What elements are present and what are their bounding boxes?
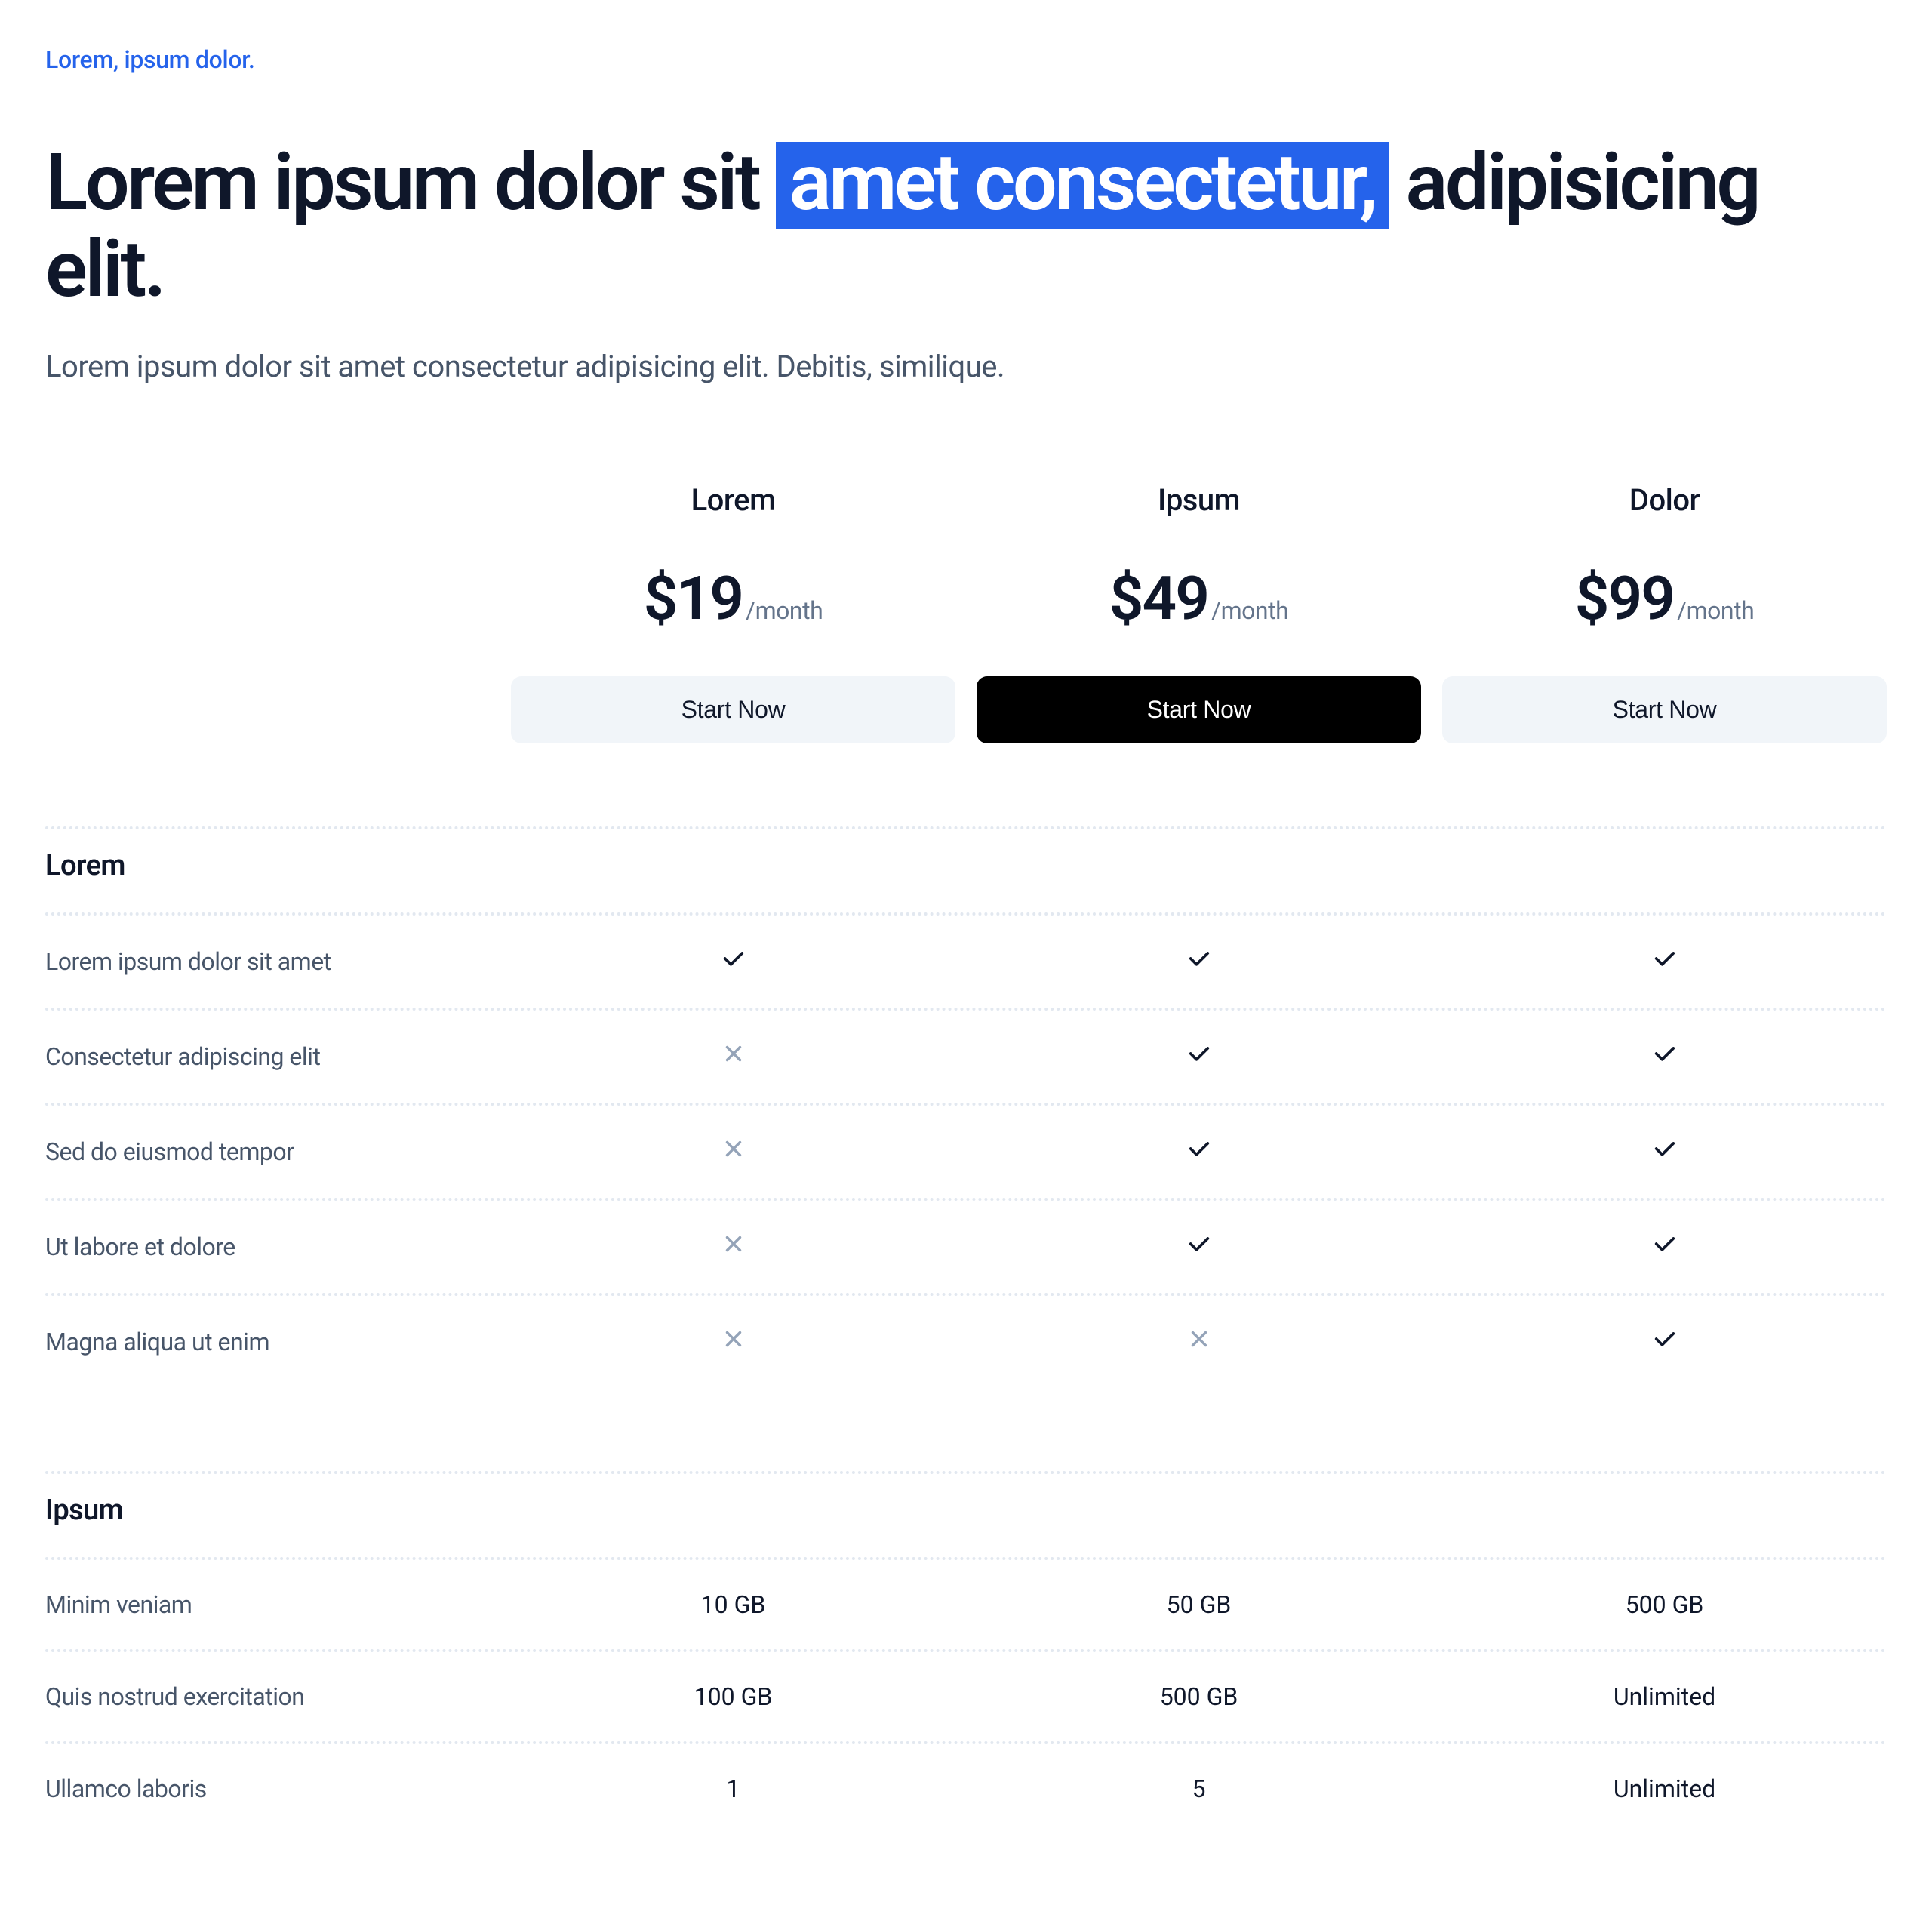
- plan-price-period: /month: [746, 596, 823, 625]
- feature-label: Quis nostrud exercitation: [45, 1682, 490, 1711]
- check-icon: [1652, 1044, 1678, 1073]
- feature-row: Ut labore et dolore: [45, 1198, 1887, 1293]
- feature-value: 50 GB: [1167, 1590, 1232, 1619]
- plan-column-lorem: Lorem $19 /month Start Now: [511, 482, 955, 743]
- check-icon: [1186, 949, 1212, 977]
- plan-column-ipsum: Ipsum $49 /month Start Now: [977, 482, 1421, 743]
- feature-value: 500 GB: [1626, 1590, 1704, 1619]
- feature-value: 1: [727, 1774, 740, 1803]
- feature-row: Lorem ipsum dolor sit amet: [45, 912, 1887, 1008]
- pricing-header: Lorem $19 /month Start Now Ipsum $49 /mo…: [45, 482, 1887, 743]
- x-icon: [721, 1044, 746, 1073]
- feature-cell: [511, 946, 955, 977]
- feature-cell: 500 GB: [977, 1682, 1421, 1711]
- plan-cta-lorem[interactable]: Start Now: [511, 676, 955, 743]
- feature-value: Unlimited: [1614, 1774, 1715, 1803]
- feature-cell: 1: [511, 1774, 955, 1803]
- x-icon: [1186, 1329, 1212, 1358]
- feature-cell: [977, 946, 1421, 977]
- feature-cell: 50 GB: [977, 1590, 1421, 1619]
- hero-title-highlight: amet consectetur,: [776, 142, 1389, 229]
- eyebrow-text: Lorem, ipsum dolor.: [45, 45, 1887, 74]
- hero-subtitle: Lorem ipsum dolor sit amet consectetur a…: [45, 349, 1887, 384]
- x-icon: [721, 1329, 746, 1358]
- plan-price-period: /month: [1211, 596, 1288, 625]
- check-icon: [721, 949, 746, 977]
- hero-title-pre: Lorem ipsum dolor sit: [45, 137, 776, 229]
- feature-cell: [1442, 1326, 1887, 1358]
- feature-cell: [977, 1041, 1421, 1073]
- feature-row: Consectetur adipiscing elit: [45, 1008, 1887, 1103]
- plan-name: Ipsum: [977, 482, 1421, 518]
- x-icon: [721, 1139, 746, 1168]
- feature-cell: 100 GB: [511, 1682, 955, 1711]
- section-title: Ipsum: [45, 1471, 1887, 1557]
- feature-row: Minim veniam 10 GB 50 GB 500 GB: [45, 1557, 1887, 1649]
- plan-price-amount: $99: [1575, 563, 1674, 634]
- feature-cell: [511, 1041, 955, 1073]
- check-icon: [1186, 1234, 1212, 1263]
- plan-name: Lorem: [511, 482, 955, 518]
- check-icon: [1652, 949, 1678, 977]
- plan-cta-dolor[interactable]: Start Now: [1442, 676, 1887, 743]
- feature-cell: [1442, 1231, 1887, 1263]
- check-icon: [1652, 1329, 1678, 1358]
- feature-value: 5: [1192, 1774, 1206, 1803]
- check-icon: [1652, 1234, 1678, 1263]
- plan-price-period: /month: [1677, 596, 1754, 625]
- plan-name: Dolor: [1442, 482, 1887, 518]
- feature-row: Quis nostrud exercitation 100 GB 500 GB Unl…: [45, 1649, 1887, 1741]
- feature-cell: [511, 1136, 955, 1168]
- plan-price: $99 /month: [1575, 563, 1754, 634]
- feature-section: IpsumMinim veniam10 GB50 GB500 GBQuis no…: [45, 1471, 1887, 1833]
- plan-price-amount: $49: [1109, 563, 1208, 634]
- feature-cell: [977, 1231, 1421, 1263]
- feature-cell: 5: [977, 1774, 1421, 1803]
- feature-label: Consectetur adipiscing elit: [45, 1042, 490, 1071]
- x-icon: [721, 1234, 746, 1263]
- feature-cell: Unlimited: [1442, 1774, 1887, 1803]
- feature-cell: [1442, 946, 1887, 977]
- feature-label: Minim veniam: [45, 1590, 490, 1619]
- check-icon: [1652, 1139, 1678, 1168]
- feature-cell: [1442, 1041, 1887, 1073]
- check-icon: [1186, 1044, 1212, 1073]
- feature-row: Magna aliqua ut enim: [45, 1293, 1887, 1388]
- feature-cell: [977, 1136, 1421, 1168]
- check-icon: [1186, 1139, 1212, 1168]
- feature-label: Ullamco laboris: [45, 1774, 490, 1803]
- plan-column-dolor: Dolor $99 /month Start Now: [1442, 482, 1887, 743]
- feature-label: Sed do eiusmod tempor: [45, 1137, 490, 1166]
- plan-price-amount: $19: [644, 563, 743, 634]
- feature-cell: [511, 1326, 955, 1358]
- feature-cell: [977, 1326, 1421, 1358]
- section-title: Lorem: [45, 826, 1887, 912]
- feature-label: Lorem ipsum dolor sit amet: [45, 947, 490, 976]
- feature-cell: [511, 1231, 955, 1263]
- feature-value: Unlimited: [1614, 1682, 1715, 1711]
- plan-price: $49 /month: [1109, 563, 1288, 634]
- feature-cell: [1442, 1136, 1887, 1168]
- feature-label: Ut labore et dolore: [45, 1233, 490, 1261]
- hero-title: Lorem ipsum dolor sit amet consectetur, …: [45, 142, 1887, 311]
- feature-cell: 10 GB: [511, 1590, 955, 1619]
- feature-cell: Unlimited: [1442, 1682, 1887, 1711]
- feature-label: Magna aliqua ut enim: [45, 1328, 490, 1356]
- feature-row: Ullamco laboris 1 5 Unlimited: [45, 1741, 1887, 1833]
- feature-section: Lorem Lorem ipsum dolor sit amet Consectet…: [45, 826, 1887, 1388]
- plan-cta-ipsum[interactable]: Start Now: [977, 676, 1421, 743]
- feature-value: 10 GB: [701, 1590, 766, 1619]
- feature-sections: Lorem Lorem ipsum dolor sit amet Consectet…: [45, 826, 1887, 1833]
- feature-cell: 500 GB: [1442, 1590, 1887, 1619]
- feature-value: 500 GB: [1160, 1682, 1238, 1711]
- feature-row: Sed do eiusmod tempor: [45, 1103, 1887, 1198]
- plan-price: $19 /month: [644, 563, 823, 634]
- feature-value: 100 GB: [694, 1682, 773, 1711]
